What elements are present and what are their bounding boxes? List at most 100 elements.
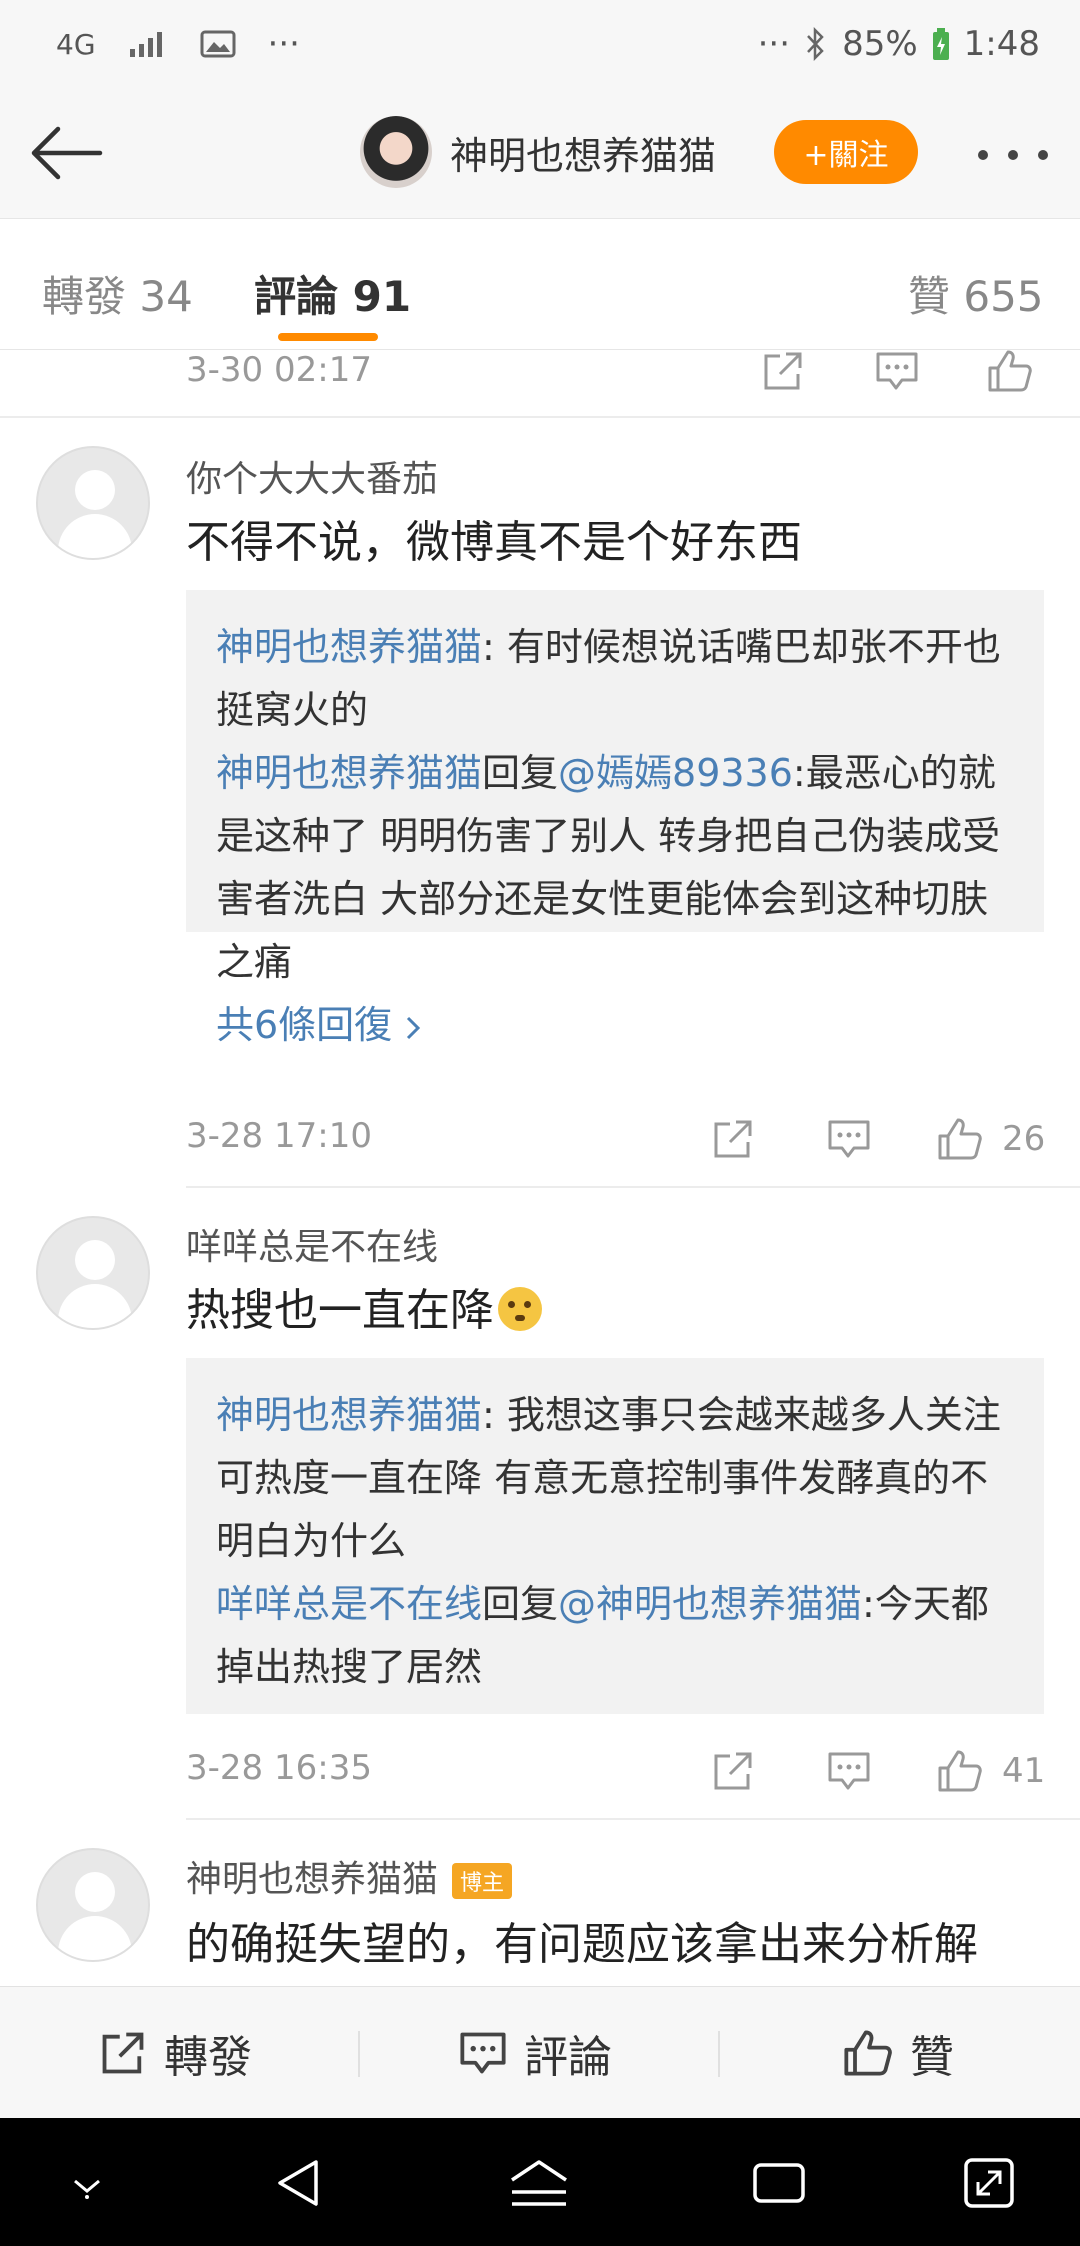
comment-username[interactable]: 神明也想养猫猫 博主: [186, 1850, 513, 1902]
network-type: 4G: [56, 27, 96, 61]
avatar[interactable]: [36, 1216, 150, 1330]
like-action[interactable]: [986, 350, 1034, 394]
share-icon: [714, 1752, 752, 1790]
comment-date: 3-28 17:10: [186, 1116, 372, 1156]
tab-reposts[interactable]: 轉發 34: [42, 263, 193, 324]
share-icon: [102, 2032, 144, 2074]
comment-icon: [460, 2032, 506, 2074]
bluetooth-icon: [804, 27, 828, 61]
comment-action[interactable]: [826, 1748, 872, 1794]
comment-icon: [828, 1120, 870, 1158]
comment-icon: [828, 1752, 870, 1790]
follow-button[interactable]: +關注: [774, 120, 918, 184]
repost-action[interactable]: [760, 350, 806, 394]
repost-label: 轉發: [164, 2032, 252, 2083]
comment-text: 热搜也一直在降: [186, 1274, 1046, 1338]
signal-icon: [128, 29, 168, 59]
reply-preview[interactable]: 神明也想养猫猫: 有时候想说话嘴巴却张不开也挺窝火的 神明也想养猫猫回复@嫣嫣8…: [186, 590, 1044, 1047]
repost-action[interactable]: [710, 1116, 756, 1162]
thinking-emoji-icon: [498, 1287, 542, 1331]
triangle-back-icon: [278, 2160, 318, 2206]
thumbs-up-icon: [988, 350, 1032, 392]
comment-meta-row: 3-28 17:10 26: [0, 1106, 1080, 1176]
comment-meta-row: 3-30 02:17: [0, 350, 1080, 420]
status-overflow: ···: [757, 24, 791, 64]
top-app-bar: 神明也想养猫猫 +關注: [0, 90, 1080, 218]
tab-bar: 轉發 34 評論 91 贊 655: [0, 218, 1080, 350]
comment-action[interactable]: [826, 1116, 872, 1162]
comment-text: 不得不说，微博真不是个好东西: [186, 517, 802, 568]
bottom-action-bar: 轉發 評論 贊: [0, 1986, 1080, 2118]
avatar[interactable]: [36, 446, 150, 560]
more-dot-icon: [978, 150, 988, 160]
more-dot-icon: [1008, 150, 1018, 160]
reply-username[interactable]: 神明也想养猫猫: [216, 1393, 482, 1437]
author-badge: 博主: [452, 1863, 513, 1899]
separator: [718, 2031, 720, 2077]
comment-text: 的确挺失望的，有问题应该拿出来分析解: [186, 1919, 978, 1970]
chevron-down-icon: [74, 2179, 100, 2199]
reply-item: 咩咩总是不在线回复@神明也想养猫猫:今天都掉出热搜了居然: [216, 1582, 989, 1689]
divider: [186, 1186, 1080, 1188]
avatar[interactable]: [36, 1848, 150, 1962]
more-options-button[interactable]: [978, 130, 1048, 180]
view-more-replies-link[interactable]: 共6條回復: [216, 994, 1014, 1057]
back-arrow-icon: [31, 126, 103, 180]
home-icon: [511, 2160, 567, 2206]
reply-username[interactable]: 咩咩总是不在线: [216, 1582, 482, 1626]
divider: [186, 1818, 1080, 1820]
tab-likes[interactable]: 贊 655: [908, 263, 1044, 324]
reply-preview[interactable]: 神明也想养猫猫: 我想这事只会越来越多人关注 可热度一直在降 有意无意控制事件发…: [186, 1358, 1044, 1714]
reply-mention[interactable]: @嫣嫣89336: [558, 751, 793, 795]
separator: [358, 2031, 360, 2077]
more-dot-icon: [1038, 150, 1048, 160]
avatar[interactable]: [360, 116, 432, 188]
active-tab-indicator: [278, 333, 378, 341]
repost-action[interactable]: [710, 1748, 756, 1794]
like-button[interactable]: 贊: [842, 1987, 954, 2119]
like-action[interactable]: 26: [936, 1116, 1045, 1162]
battery-icon: [932, 27, 950, 61]
notification-overflow: ···: [267, 24, 300, 64]
reply-item: 神明也想养猫猫: 有时候想说话嘴巴却张不开也挺窝火的: [216, 625, 1001, 732]
battery-percent: 85%: [842, 24, 918, 64]
chevron-right-icon: [407, 1016, 421, 1040]
nav-collapse-button[interactable]: [52, 2148, 122, 2218]
comment-button[interactable]: 評論: [458, 1987, 612, 2119]
comment-username[interactable]: 咩咩总是不在线: [186, 1218, 438, 1270]
nav-back-button[interactable]: [264, 2148, 334, 2218]
back-button[interactable]: [26, 120, 106, 186]
comment-date: 3-28 16:35: [186, 1748, 372, 1788]
expand-arrows-icon: [964, 2158, 1014, 2208]
profile-username[interactable]: 神明也想养猫猫: [450, 125, 716, 180]
nav-home-button[interactable]: [504, 2148, 574, 2218]
comment-meta-row: 3-28 16:35 41: [0, 1738, 1080, 1808]
comment-action[interactable]: [874, 350, 920, 394]
reply-item: 神明也想养猫猫: 我想这事只会越来越多人关注 可热度一直在降 有意无意控制事件发…: [216, 1393, 1001, 1563]
like-label: 贊: [910, 2032, 954, 2083]
reply-item: 神明也想养猫猫回复@嫣嫣89336:最恶心的就是这种了 明明伤害了别人 转身把自…: [216, 751, 1001, 984]
thumbs-up-icon: [938, 1750, 982, 1792]
profile-header[interactable]: 神明也想养猫猫: [360, 116, 716, 188]
reply-mention[interactable]: @神明也想养猫猫: [558, 1582, 862, 1626]
share-icon: [764, 352, 802, 390]
nav-expand-button[interactable]: [954, 2148, 1024, 2218]
nav-recents-button[interactable]: [744, 2148, 814, 2218]
clock: 1:48: [963, 24, 1040, 64]
repost-button[interactable]: 轉發: [98, 1987, 252, 2119]
reply-username[interactable]: 神明也想养猫猫: [216, 625, 482, 669]
comment-username[interactable]: 你个大大大番茄: [186, 450, 438, 502]
comment-label: 評論: [524, 2032, 612, 2083]
like-action[interactable]: 41: [936, 1748, 1045, 1794]
share-icon: [714, 1120, 752, 1158]
comment-date: 3-30 02:17: [186, 350, 372, 390]
status-bar: 4G ··· ··· 85% 1:48: [0, 0, 1080, 90]
comment-icon: [876, 352, 918, 390]
tab-comments[interactable]: 評論 91: [254, 263, 411, 324]
comment-list[interactable]: 3-30 02:17 你个大大大番茄 不得不说，微博真不是个好东西 神明也想养猫…: [0, 350, 1080, 1986]
system-navigation-bar: [0, 2118, 1080, 2246]
like-count: 26: [1002, 1119, 1046, 1159]
thumbs-up-icon: [938, 1118, 982, 1160]
divider: [0, 416, 1080, 418]
reply-username[interactable]: 神明也想养猫猫: [216, 751, 482, 795]
